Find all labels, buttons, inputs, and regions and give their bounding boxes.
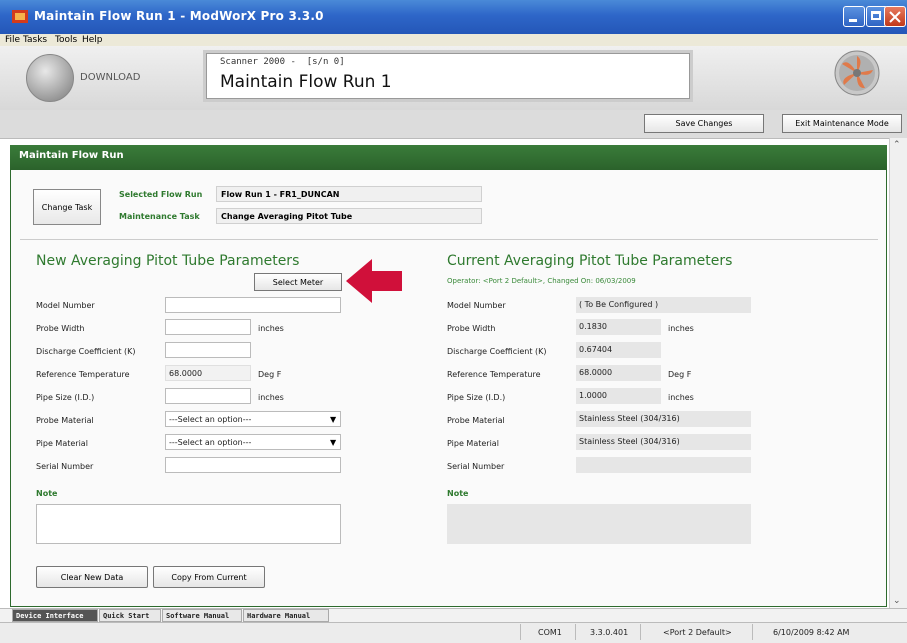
panel-title: Maintain Flow Run [19, 150, 124, 161]
window-title: Maintain Flow Run 1 - ModWorX Pro 3.3.0 [34, 9, 324, 23]
cur-serial-number-value [576, 457, 751, 473]
new-note-textarea[interactable] [36, 504, 341, 544]
app-icon [12, 10, 28, 23]
new-probe-width-input[interactable] [165, 319, 251, 335]
panel-header [10, 145, 887, 170]
new-discharge-coef-label: Discharge Coefficient (K) [36, 347, 136, 356]
menu-file[interactable]: File [5, 35, 20, 45]
cur-model-number-value: ( To Be Configured ) [576, 297, 751, 313]
cur-pipe-material-label: Pipe Material [447, 439, 499, 448]
toolbar [0, 110, 907, 139]
status-port: COM1 [538, 628, 562, 637]
dropdown-arrow-icon[interactable]: ▼ [330, 415, 336, 424]
cur-pipe-size-value: 1.0000 [576, 388, 661, 404]
cur-probe-width-value: 0.1830 [576, 319, 661, 335]
cur-serial-number-label: Serial Number [447, 462, 505, 471]
status-operator: <Port 2 Default> [663, 628, 732, 637]
page-title: Maintain Flow Run 1 [220, 72, 392, 92]
cur-pipe-size-unit: inches [668, 393, 694, 402]
cur-probe-width-unit: inches [668, 324, 694, 333]
fan-icon [834, 50, 880, 96]
new-ref-temp-value: 68.0000 [165, 365, 251, 381]
cur-model-number-label: Model Number [447, 301, 506, 310]
new-model-number-input[interactable] [165, 297, 341, 313]
menu-help[interactable]: Help [82, 35, 103, 45]
arrow-left-icon [346, 259, 402, 303]
minimize-button[interactable] [843, 6, 865, 27]
new-serial-number-input[interactable] [165, 457, 341, 473]
divider [20, 239, 878, 240]
new-pipe-material-select[interactable]: ---Select an option--- [165, 434, 341, 450]
cur-ref-temp-value: 68.0000 [576, 365, 661, 381]
tab-quick-start[interactable]: Quick Start [99, 609, 161, 622]
cur-note-value [447, 504, 751, 544]
status-divider [752, 624, 753, 640]
maintenance-task-value: Change Averaging Pitot Tube [216, 208, 482, 224]
close-icon [889, 11, 901, 23]
dropdown-arrow-icon[interactable]: ▼ [330, 438, 336, 447]
new-ref-temp-unit: Deg F [258, 370, 282, 379]
new-probe-width-label: Probe Width [36, 324, 85, 333]
new-probe-material-select[interactable]: ---Select an option--- [165, 411, 341, 427]
new-params-title: New Averaging Pitot Tube Parameters [36, 253, 300, 269]
cur-note-label: Note [447, 489, 469, 498]
selected-flow-run-label: Selected Flow Run [119, 190, 203, 199]
scanner-info: Scanner 2000 - [s/n 0] [220, 57, 345, 67]
cur-pipe-size-label: Pipe Size (I.D.) [447, 393, 506, 402]
tab-software-manual[interactable]: Software Manual [162, 609, 242, 622]
exit-maintenance-button[interactable]: Exit Maintenance Mode [782, 114, 902, 133]
selected-flow-run-value: Flow Run 1 - FR1_DUNCAN [216, 186, 482, 202]
status-divider [575, 624, 576, 640]
status-divider [520, 624, 521, 640]
cur-discharge-coef-label: Discharge Coefficient (K) [447, 347, 547, 356]
new-ref-temp-label: Reference Temperature [36, 370, 130, 379]
download-icon[interactable] [26, 54, 74, 102]
cur-ref-temp-unit: Deg F [668, 370, 692, 379]
cur-probe-material-label: Probe Material [447, 416, 505, 425]
cur-pipe-material-value: Stainless Steel (304/316) [576, 434, 751, 450]
new-note-label: Note [36, 489, 58, 498]
change-task-button[interactable]: Change Task [33, 189, 101, 225]
download-label[interactable]: DOWNLOAD [80, 72, 140, 83]
maintenance-task-label: Maintenance Task [119, 212, 200, 221]
close-button[interactable] [884, 6, 906, 27]
select-meter-button[interactable]: Select Meter [254, 273, 342, 291]
save-changes-button[interactable]: Save Changes [644, 114, 764, 133]
new-serial-number-label: Serial Number [36, 462, 94, 471]
new-pipe-size-unit: inches [258, 393, 284, 402]
current-params-subtitle: Operator: <Port 2 Default>, Changed On: … [447, 277, 636, 285]
menu-tasks[interactable]: Tasks [23, 35, 47, 45]
copy-from-current-button[interactable]: Copy From Current [153, 566, 265, 588]
new-probe-width-unit: inches [258, 324, 284, 333]
tab-hardware-manual[interactable]: Hardware Manual [243, 609, 329, 622]
cur-probe-material-value: Stainless Steel (304/316) [576, 411, 751, 427]
scroll-down-icon[interactable]: ⌄ [893, 596, 901, 606]
status-bar [0, 622, 907, 643]
new-discharge-coef-input[interactable] [165, 342, 251, 358]
new-probe-material-label: Probe Material [36, 416, 94, 425]
new-pipe-size-input[interactable] [165, 388, 251, 404]
menu-bar [0, 34, 907, 46]
new-pipe-material-label: Pipe Material [36, 439, 88, 448]
status-version: 3.3.0.401 [590, 628, 629, 637]
tab-device-interface[interactable]: Device Interface [12, 609, 98, 622]
scroll-up-icon[interactable]: ⌃ [893, 140, 901, 150]
cur-probe-width-label: Probe Width [447, 324, 496, 333]
cur-discharge-coef-value: 0.67404 [576, 342, 661, 358]
new-pipe-size-label: Pipe Size (I.D.) [36, 393, 95, 402]
status-datetime: 6/10/2009 8:42 AM [773, 628, 850, 637]
menu-tools[interactable]: Tools [55, 35, 77, 45]
current-params-title: Current Averaging Pitot Tube Parameters [447, 253, 733, 269]
clear-new-data-button[interactable]: Clear New Data [36, 566, 148, 588]
new-model-number-label: Model Number [36, 301, 95, 310]
cur-ref-temp-label: Reference Temperature [447, 370, 541, 379]
status-divider [640, 624, 641, 640]
vertical-scrollbar[interactable] [889, 138, 907, 608]
